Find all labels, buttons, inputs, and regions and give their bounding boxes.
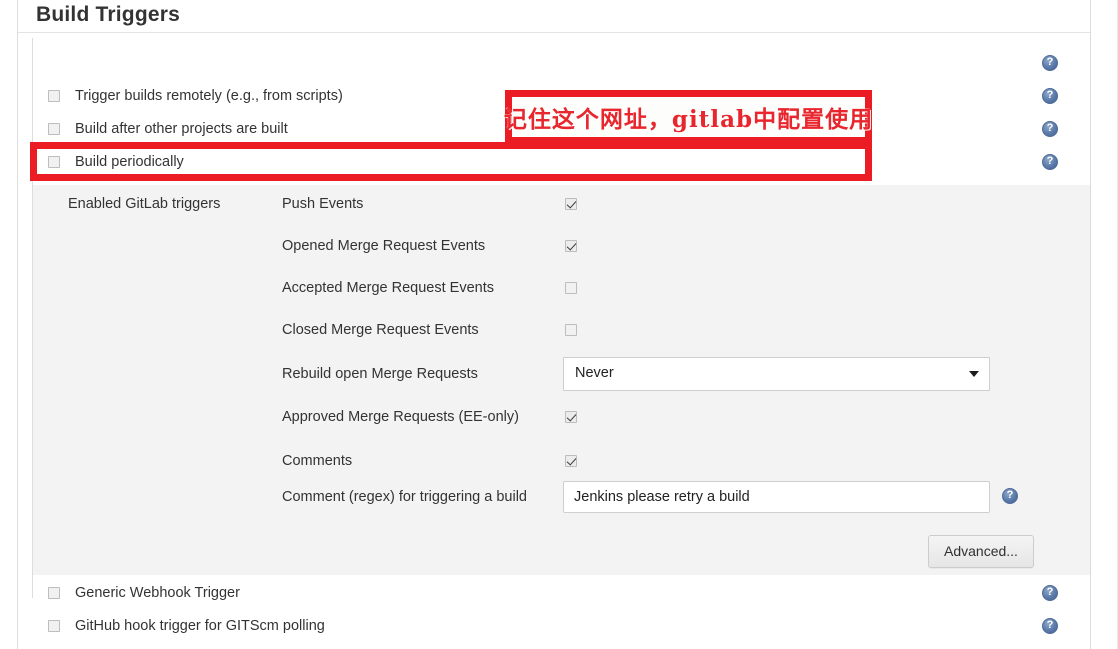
checkbox-generic-webhook-trigger[interactable] [48,586,60,599]
trigger-row-generic-webhook[interactable]: Generic Webhook Trigger [18,576,1090,609]
page-title: Build Triggers [36,3,180,26]
trigger-label-after-projects: Build after other projects are built [75,120,288,137]
checkbox-accepted-merge-request-events[interactable] [565,282,577,294]
trigger-label-generic-webhook: Generic Webhook Trigger [75,584,240,601]
gitlab-enabled-triggers-label: Enabled GitLab triggers [68,196,221,212]
help-icon-trigger-gitlab-push[interactable] [1042,154,1058,170]
label-approved-merge-requests: Approved Merge Requests (EE-only) [282,409,519,425]
checkbox-wrap-approved-merge-requests[interactable] [565,410,577,426]
label-comments: Comments [282,453,353,469]
checkbox-build-periodically[interactable] [48,155,60,168]
trigger-row-periodically[interactable]: Build periodically [18,145,1090,178]
trigger-label-github-hook: GitHub hook trigger for GITScm polling [75,617,325,634]
select-rebuild-value: Never [575,365,614,381]
trigger-label-periodically: Build periodically [75,153,184,170]
checkbox-wrap-opened-merge-request-events[interactable] [565,239,577,255]
checkbox-github-hook-trigger[interactable] [48,619,60,632]
help-icon-comment-regex[interactable] [1002,488,1018,504]
checkbox-approved-merge-requests[interactable] [565,411,577,423]
trigger-row-remote[interactable]: Trigger builds remotely (e.g., from scri… [18,79,1090,112]
chevron-down-icon [969,371,979,377]
checkbox-build-after-other-projects[interactable] [48,122,60,135]
help-icon-generic-webhook[interactable] [1042,585,1058,601]
help-icon-trigger-periodically[interactable] [1042,121,1058,137]
checkbox-comments[interactable] [565,455,577,467]
label-opened-merge-request-events: Opened Merge Request Events [282,238,486,254]
label-push-events: Push Events [282,196,364,212]
build-triggers-page: Build Triggers Trigger builds remotely (… [0,0,1118,649]
title-divider [18,32,1090,33]
checkbox-wrap-comments[interactable] [565,454,577,470]
checkbox-wrap-closed-merge-request-events[interactable] [565,323,577,339]
trigger-label-remote: Trigger builds remotely (e.g., from scri… [75,87,343,104]
checkbox-opened-merge-request-events[interactable] [565,240,577,252]
input-comment-regex[interactable] [563,481,990,513]
page-frame-right-border [1090,0,1091,649]
label-rebuild-open-merge-requests: Rebuild open Merge Requests [282,366,478,382]
trigger-row-after-projects[interactable]: Build after other projects are built [18,112,1090,145]
trigger-row-github-hook[interactable]: GitHub hook trigger for GITScm polling [18,609,1090,642]
label-closed-merge-request-events: Closed Merge Request Events [282,322,479,338]
gitlab-triggers-panel: Enabled GitLab triggers Push Events Open… [33,185,1090,575]
checkbox-push-events[interactable] [565,198,577,210]
checkbox-wrap-push-events[interactable] [565,197,577,213]
label-accepted-merge-request-events: Accepted Merge Request Events [282,280,494,296]
select-rebuild-open-merge-requests[interactable]: Never [563,357,990,391]
checkbox-closed-merge-request-events[interactable] [565,324,577,336]
advanced-button[interactable]: Advanced... [928,535,1034,568]
label-comment-regex: Comment (regex) for triggering a build [282,489,527,505]
help-icon-trigger-after-projects[interactable] [1042,88,1058,104]
help-icon-trigger-remote[interactable] [1042,55,1058,71]
checkbox-wrap-accepted-merge-request-events[interactable] [565,281,577,297]
help-icon-github-hook[interactable] [1042,618,1058,634]
checkbox-trigger-builds-remotely[interactable] [48,89,60,102]
